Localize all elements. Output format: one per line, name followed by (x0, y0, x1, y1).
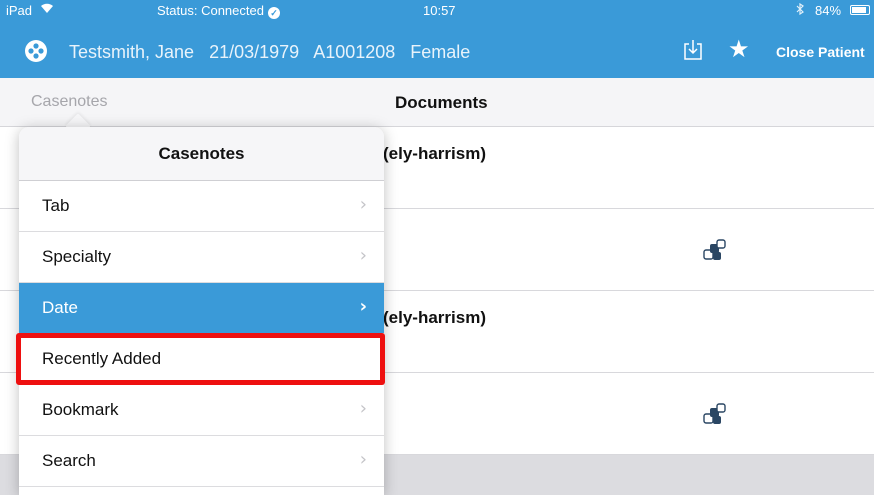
chevron-right-icon: › (359, 449, 367, 470)
connection-status: Status: Connected ✓ (157, 3, 280, 19)
bluetooth-icon (796, 2, 804, 18)
menu-item-bookmark[interactable]: Bookmark › (19, 385, 384, 436)
patient-name: Testsmith, Jane (69, 42, 195, 62)
top-bar: iPad Status: Connected ✓ 10:57 84% Testsm… (0, 0, 874, 78)
page-title: Documents (395, 93, 488, 112)
document-title: (ely-harrism) (383, 308, 486, 327)
patient-id: A1001208 (313, 42, 396, 62)
menu-item-search[interactable]: Search › (19, 436, 384, 487)
menu-item-label: Date (42, 298, 78, 317)
document-type-icon (703, 239, 727, 266)
patient-banner: Testsmith, Jane 21/03/1979 A1001208 Fema… (0, 28, 874, 76)
close-patient-button[interactable]: Close Patient (776, 44, 865, 60)
nav-bar: Casenotes Documents (0, 78, 874, 127)
clock: 10:57 (423, 3, 456, 18)
menu-item-tab[interactable]: Tab › (19, 181, 384, 232)
menu-item-label: Tab (42, 196, 70, 215)
casenotes-back-button[interactable]: Casenotes (31, 93, 108, 111)
casenotes-popover: Casenotes Tab › Specialty › Date › Recen… (19, 127, 384, 495)
battery-percent: 84% (815, 3, 842, 18)
menu-item-recently-added[interactable]: Recently Added (19, 334, 384, 385)
bookmark-star-icon[interactable]: ★ (728, 36, 750, 64)
document-title: (ely-harrism) (383, 144, 486, 163)
patient-sex: Female (410, 42, 471, 62)
chevron-right-icon: › (359, 194, 367, 215)
status-bar: iPad Status: Connected ✓ 10:57 84% (0, 0, 874, 20)
menu-item-label: Bookmark (42, 400, 119, 419)
device-label: iPad (6, 3, 33, 18)
app-logo-icon (25, 40, 47, 62)
menu-item-label: Specialty (42, 247, 111, 266)
battery-icon (850, 5, 870, 15)
chevron-right-icon: › (359, 245, 367, 266)
popover-title: Casenotes (19, 127, 384, 181)
chevron-right-icon: › (359, 296, 367, 317)
connected-check-icon: ✓ (267, 7, 280, 19)
menu-item-label: Recently Added (42, 349, 162, 368)
menu-item-date[interactable]: Date › (19, 283, 384, 334)
patient-details: Testsmith, Jane 21/03/1979 A1001208 Fema… (69, 42, 480, 63)
menu-item-specialty[interactable]: Specialty › (19, 232, 384, 283)
document-type-icon (703, 403, 727, 430)
chevron-right-icon: › (359, 398, 367, 419)
patient-dob: 21/03/1979 (209, 42, 300, 62)
wifi-icon (40, 2, 54, 17)
menu-item-label: Search (42, 451, 96, 470)
download-icon[interactable] (683, 39, 703, 61)
